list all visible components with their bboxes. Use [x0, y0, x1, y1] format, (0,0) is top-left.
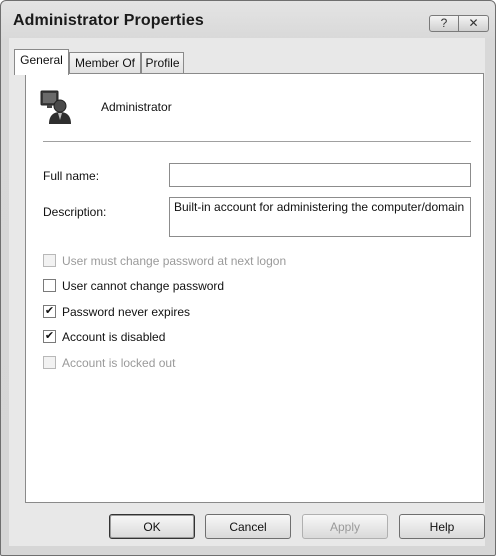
checkbox-label: User must change password at next logon — [62, 254, 287, 268]
tab-member-of[interactable]: Member Of — [69, 52, 141, 74]
title-bar[interactable]: Administrator Properties ? ✕ — [1, 1, 495, 39]
separator-line — [43, 141, 471, 142]
checkbox-label: Password never expires — [62, 305, 191, 319]
description-label: Description: — [43, 205, 107, 219]
close-icon: ✕ — [468, 16, 479, 30]
account-name: Administrator — [101, 100, 172, 114]
checkbox-label: Account is locked out — [62, 356, 176, 370]
close-button[interactable]: ✕ — [459, 15, 489, 32]
tab-member-of-label: Member Of — [74, 56, 135, 70]
user-account-icon — [40, 90, 71, 124]
tab-profile-label: Profile — [145, 56, 180, 70]
checkbox-box[interactable] — [43, 356, 56, 369]
tab-general[interactable]: General — [14, 49, 69, 75]
window-title: Administrator Properties — [13, 12, 204, 29]
tab-profile[interactable]: Profile — [141, 52, 184, 74]
help-button[interactable]: Help — [399, 514, 485, 539]
description-input[interactable]: Built-in account for administering the c… — [169, 197, 471, 237]
cancel-button[interactable]: Cancel — [205, 514, 291, 539]
full-name-input[interactable] — [169, 163, 471, 187]
checkmark-icon[interactable]: ✔ — [43, 305, 56, 318]
checkbox-box[interactable] — [43, 254, 56, 267]
help-title-button[interactable]: ? — [429, 15, 459, 32]
full-name-label: Full name: — [43, 169, 100, 183]
checkmark-icon[interactable]: ✔ — [43, 330, 56, 343]
checkbox-label: Account is disabled — [62, 330, 166, 344]
apply-button[interactable]: Apply — [302, 514, 388, 539]
checkbox-box[interactable] — [43, 279, 56, 292]
question-icon: ? — [440, 16, 448, 30]
ok-button[interactable]: OK — [109, 514, 195, 539]
tab-general-label: General — [20, 53, 63, 67]
checkbox-label: User cannot change password — [62, 279, 225, 293]
